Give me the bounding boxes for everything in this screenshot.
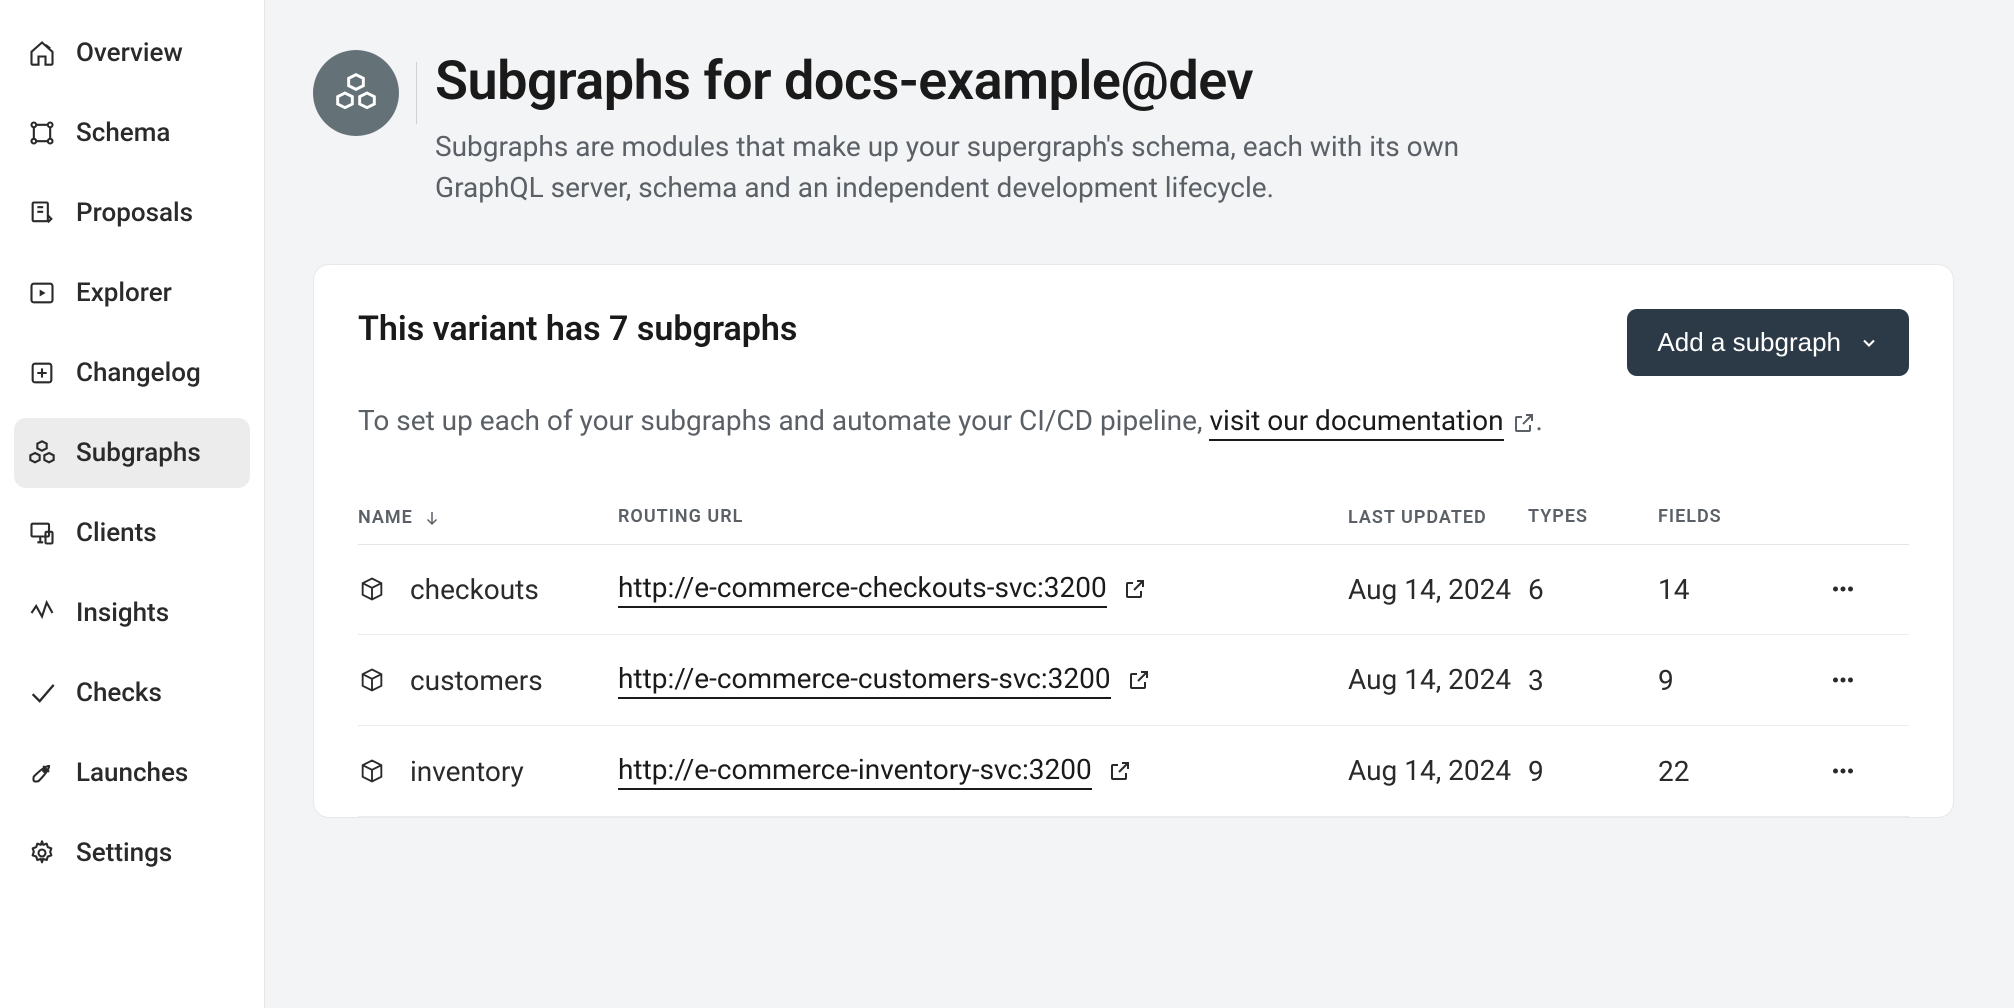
sort-down-icon bbox=[423, 509, 441, 527]
sidebar-item-settings[interactable]: Settings bbox=[14, 818, 250, 888]
cube-icon bbox=[358, 666, 386, 694]
types-count: 3 bbox=[1528, 664, 1658, 697]
th-last-updated[interactable]: LAST UPDATED bbox=[1348, 506, 1528, 529]
sidebar-item-overview[interactable]: Overview bbox=[14, 18, 250, 88]
sidebar-item-label: Schema bbox=[76, 118, 170, 148]
sidebar-item-label: Launches bbox=[76, 758, 188, 788]
add-subgraph-label: Add a subgraph bbox=[1657, 327, 1841, 358]
types-count: 6 bbox=[1528, 573, 1658, 606]
th-types[interactable]: TYPES bbox=[1528, 506, 1658, 529]
sidebar-item-proposals[interactable]: Proposals bbox=[14, 178, 250, 248]
chevron-down-icon bbox=[1859, 333, 1879, 353]
sidebar-item-changelog[interactable]: Changelog bbox=[14, 338, 250, 408]
sidebar-item-clients[interactable]: Clients bbox=[14, 498, 250, 568]
routing-url-link[interactable]: http://e-commerce-inventory-svc:3200 bbox=[618, 753, 1092, 790]
insights-icon bbox=[28, 599, 56, 627]
sidebar-item-checks[interactable]: Checks bbox=[14, 658, 250, 728]
types-count: 9 bbox=[1528, 755, 1658, 788]
fields-count: 9 bbox=[1658, 664, 1798, 697]
last-updated: Aug 14, 2024 bbox=[1348, 661, 1528, 699]
sidebar-item-launches[interactable]: Launches bbox=[14, 738, 250, 808]
sidebar-item-label: Settings bbox=[76, 838, 172, 868]
th-fields[interactable]: FIELDS bbox=[1658, 506, 1798, 529]
gear-icon bbox=[28, 839, 56, 867]
routing-url-link[interactable]: http://e-commerce-checkouts-svc:3200 bbox=[618, 571, 1107, 608]
docs-link[interactable]: visit our documentation bbox=[1209, 404, 1503, 441]
routing-url-text: http://e-commerce-inventory-svc:3200 bbox=[618, 753, 1092, 786]
last-updated: Aug 14, 2024 bbox=[1348, 571, 1528, 609]
subgraph-name[interactable]: checkouts bbox=[410, 573, 539, 606]
sidebar-item-subgraphs[interactable]: Subgraphs bbox=[14, 418, 250, 488]
external-link-icon bbox=[1123, 577, 1147, 601]
more-actions-button[interactable] bbox=[1828, 756, 1858, 786]
cube-icon bbox=[358, 575, 386, 603]
fields-count: 14 bbox=[1658, 573, 1798, 606]
panel-desc-suffix: . bbox=[1536, 404, 1543, 437]
docs-link-label: visit our documentation bbox=[1209, 404, 1503, 437]
routing-url-text: http://e-commerce-checkouts-svc:3200 bbox=[618, 571, 1107, 604]
last-updated: Aug 14, 2024 bbox=[1348, 752, 1528, 790]
subgraph-name[interactable]: inventory bbox=[410, 755, 524, 788]
home-icon bbox=[28, 39, 56, 67]
routing-url-link[interactable]: http://e-commerce-customers-svc:3200 bbox=[618, 662, 1111, 699]
header-badge bbox=[313, 50, 399, 136]
table-row: checkouts http://e-commerce-checkouts-sv… bbox=[358, 545, 1909, 636]
sidebar-item-label: Explorer bbox=[76, 278, 172, 308]
more-actions-button[interactable] bbox=[1828, 574, 1858, 604]
page-title: Subgraphs for docs-example@dev bbox=[435, 50, 1535, 113]
sidebar-item-label: Clients bbox=[76, 518, 157, 548]
external-link-icon bbox=[1127, 668, 1151, 692]
main-content: Subgraphs for docs-example@dev Subgraphs… bbox=[265, 0, 2014, 1008]
table-header: NAME ROUTING URL LAST UPDATED TYPES FIEL… bbox=[358, 492, 1909, 544]
sidebar: Overview Schema Proposals Explorer Chang… bbox=[0, 0, 265, 1008]
external-link-icon bbox=[1108, 759, 1132, 783]
external-link-icon bbox=[1512, 411, 1536, 435]
proposals-icon bbox=[28, 199, 56, 227]
add-subgraph-button[interactable]: Add a subgraph bbox=[1627, 309, 1909, 376]
th-name[interactable]: NAME bbox=[358, 506, 618, 529]
launches-icon bbox=[28, 759, 56, 787]
sidebar-item-label: Insights bbox=[76, 598, 169, 628]
page-description: Subgraphs are modules that make up your … bbox=[435, 127, 1535, 208]
page-header: Subgraphs for docs-example@dev Subgraphs… bbox=[313, 50, 1954, 208]
table-row: inventory http://e-commerce-inventory-sv… bbox=[358, 726, 1909, 817]
changelog-icon bbox=[28, 359, 56, 387]
sidebar-item-label: Changelog bbox=[76, 358, 201, 388]
checks-icon bbox=[28, 679, 56, 707]
th-routing-url[interactable]: ROUTING URL bbox=[618, 506, 1348, 529]
explorer-icon bbox=[28, 279, 56, 307]
sidebar-item-label: Checks bbox=[76, 678, 162, 708]
subgraphs-table: NAME ROUTING URL LAST UPDATED TYPES FIEL… bbox=[358, 492, 1909, 817]
fields-count: 22 bbox=[1658, 755, 1798, 788]
panel-title: This variant has 7 subgraphs bbox=[358, 309, 797, 349]
sidebar-item-explorer[interactable]: Explorer bbox=[14, 258, 250, 328]
clients-icon bbox=[28, 519, 56, 547]
routing-url-text: http://e-commerce-customers-svc:3200 bbox=[618, 662, 1111, 695]
subgraphs-panel: This variant has 7 subgraphs Add a subgr… bbox=[313, 264, 1954, 818]
sidebar-item-label: Proposals bbox=[76, 198, 193, 228]
sidebar-item-label: Subgraphs bbox=[76, 438, 201, 468]
th-name-label: NAME bbox=[358, 507, 413, 528]
subgraph-name[interactable]: customers bbox=[410, 664, 543, 697]
table-row: customers http://e-commerce-customers-sv… bbox=[358, 635, 1909, 726]
sidebar-item-label: Overview bbox=[76, 38, 183, 68]
sidebar-item-schema[interactable]: Schema bbox=[14, 98, 250, 168]
more-actions-button[interactable] bbox=[1828, 665, 1858, 695]
panel-desc-prefix: To set up each of your subgraphs and aut… bbox=[358, 404, 1209, 437]
schema-icon bbox=[28, 119, 56, 147]
sidebar-item-insights[interactable]: Insights bbox=[14, 578, 250, 648]
cube-icon bbox=[358, 757, 386, 785]
panel-description: To set up each of your subgraphs and aut… bbox=[358, 400, 1909, 442]
subgraphs-icon bbox=[28, 439, 56, 467]
